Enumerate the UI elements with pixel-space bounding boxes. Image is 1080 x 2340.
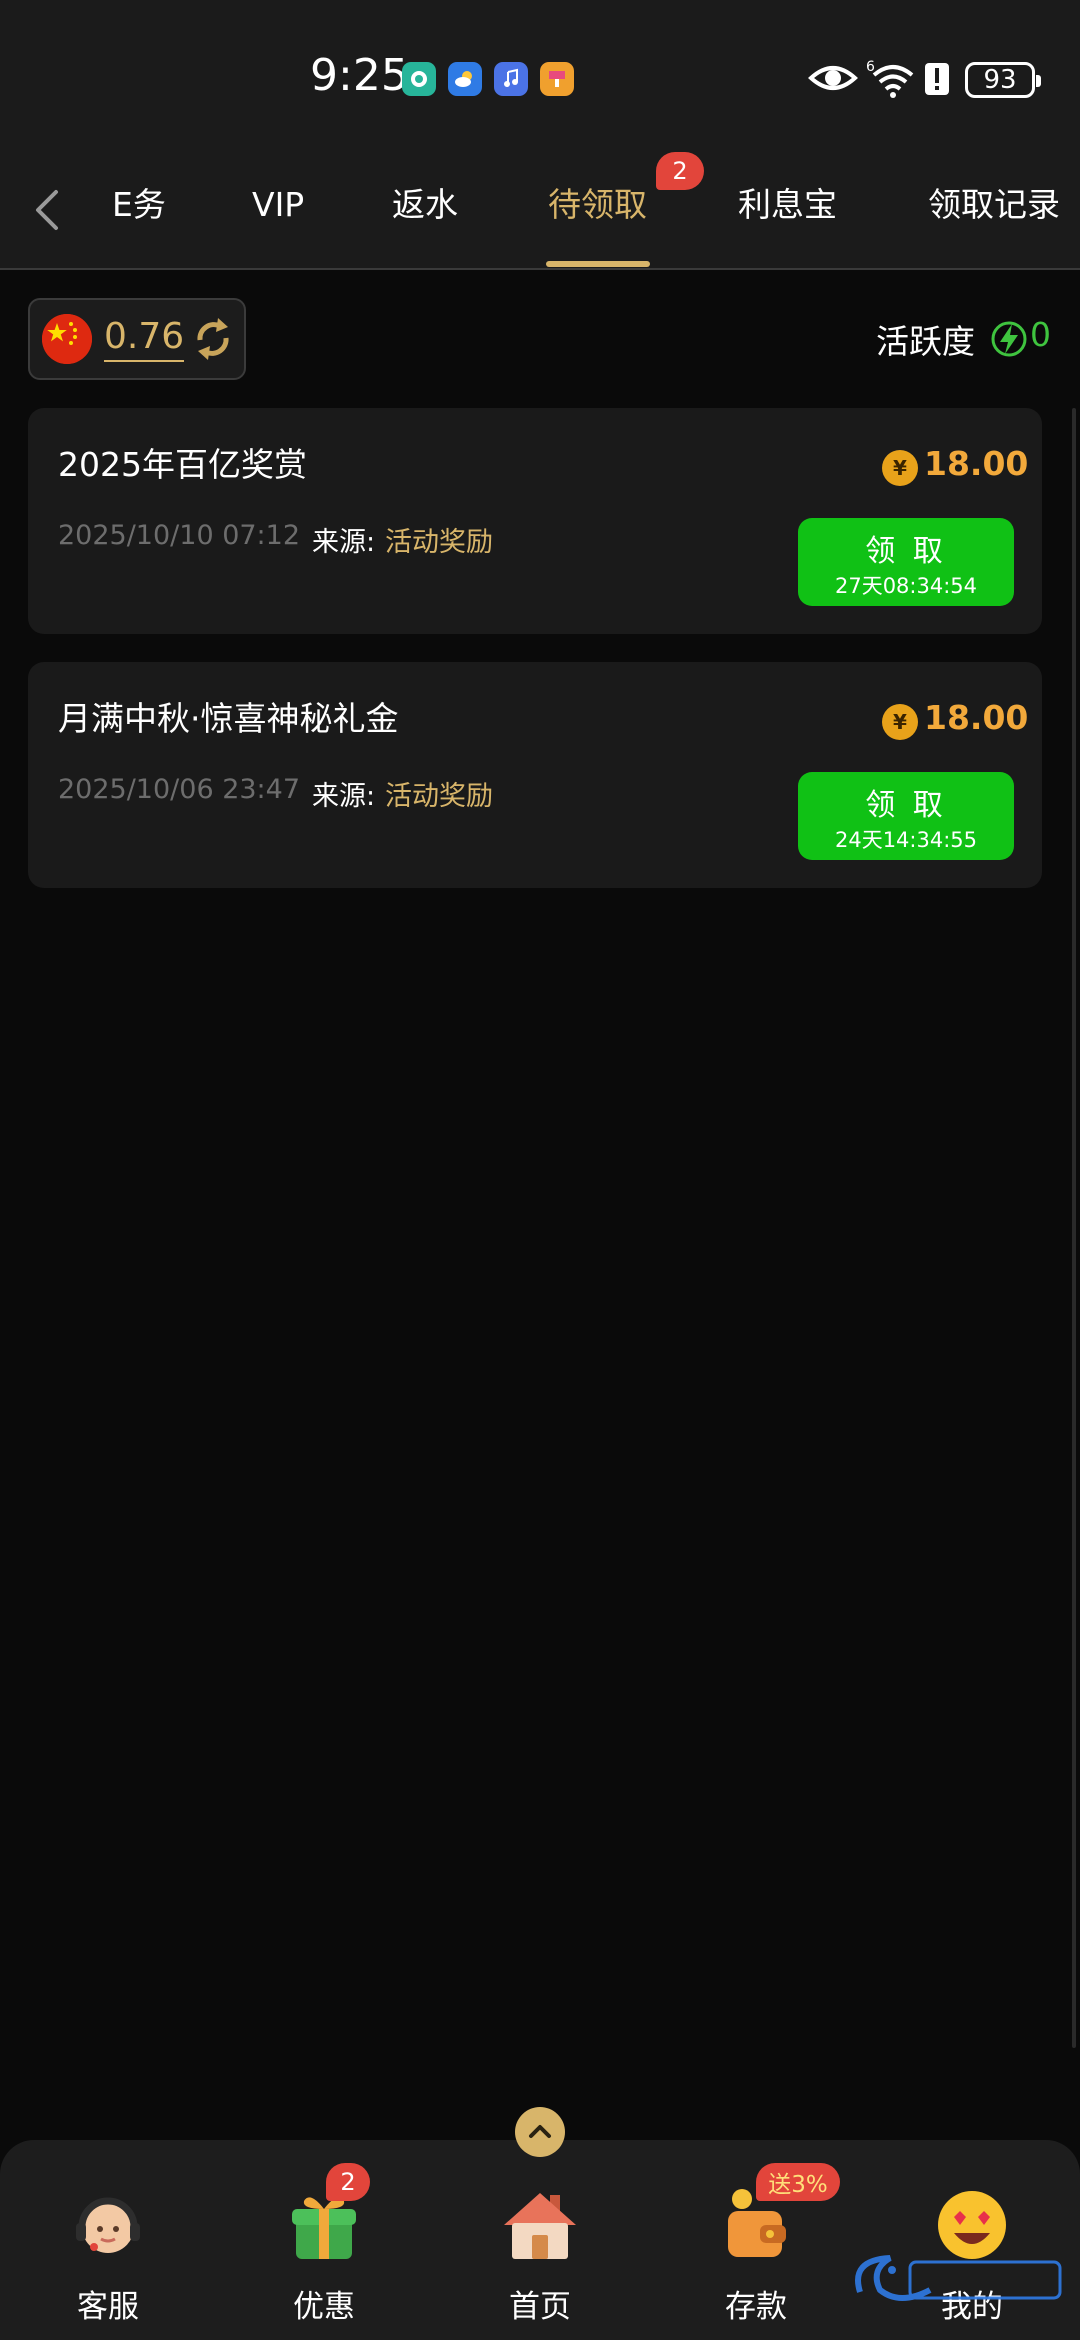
reward-amount: 18.00 bbox=[924, 698, 1029, 737]
refresh-icon[interactable] bbox=[190, 314, 236, 364]
scroll-to-top-button[interactable] bbox=[515, 2107, 565, 2157]
tab-rebate[interactable]: 返水 bbox=[392, 180, 458, 230]
paint-app-icon bbox=[540, 62, 574, 96]
reward-date: 2025/10/10 07:12 bbox=[58, 520, 301, 551]
status-time: 9:25 bbox=[310, 50, 409, 101]
nav-label: 首页 bbox=[509, 2289, 571, 2325]
reward-date: 2025/10/06 23:47 bbox=[58, 774, 301, 805]
reward-card: 2025年百亿奖赏 ¥ 18.00 2025/10/10 07:12 来源: 活… bbox=[28, 408, 1042, 634]
active-tab-indicator bbox=[546, 261, 650, 267]
back-button[interactable] bbox=[26, 182, 70, 238]
reward-amount: 18.00 bbox=[924, 444, 1029, 483]
coin-icon: ¥ bbox=[882, 704, 918, 740]
nav-item-deposit[interactable]: 存款 bbox=[691, 2185, 821, 2330]
nav-label: 优惠 bbox=[293, 2289, 355, 2325]
balance-value: 0.76 bbox=[104, 314, 185, 362]
nav-label: 存款 bbox=[725, 2289, 787, 2325]
signal-label: 6 bbox=[866, 59, 875, 75]
app-notification-icon bbox=[402, 62, 436, 96]
promotions-count-badge: 2 bbox=[326, 2163, 370, 2201]
nav-item-home[interactable]: 首页 bbox=[475, 2185, 605, 2330]
scrollbar[interactable] bbox=[1072, 408, 1076, 2048]
watermark-logo bbox=[855, 2255, 1062, 2301]
reward-title: 月满中秋·惊喜神秘礼金 bbox=[58, 699, 399, 738]
claim-button[interactable]: 领 取 27天08:34:54 bbox=[798, 518, 1014, 606]
eye-icon bbox=[808, 66, 858, 90]
lightning-icon bbox=[991, 321, 1027, 357]
china-flag-icon bbox=[42, 314, 92, 364]
reward-source-label: 来源: bbox=[312, 527, 376, 558]
balance-box[interactable]: 0.76 bbox=[28, 298, 246, 380]
tab-interest[interactable]: 利息宝 bbox=[738, 180, 837, 230]
claim-countdown: 27天08:34:54 bbox=[834, 574, 978, 598]
tab-pending[interactable]: 待领取 bbox=[548, 180, 647, 230]
nav-label: 客服 bbox=[77, 2289, 139, 2325]
claim-button[interactable]: 领 取 24天14:34:55 bbox=[798, 772, 1014, 860]
customer-service-icon bbox=[76, 2197, 140, 2253]
battery-indicator: 93 bbox=[965, 62, 1041, 98]
status-bar: 9:25 6 93 bbox=[0, 0, 1080, 150]
reward-source-value: 活动奖励 bbox=[385, 781, 493, 812]
chevron-up-icon bbox=[529, 2125, 551, 2138]
claim-label: 领 取 bbox=[865, 534, 947, 569]
reward-source-value: 活动奖励 bbox=[385, 527, 493, 558]
reward-title: 2025年百亿奖赏 bbox=[58, 445, 307, 484]
reward-source-label: 来源: bbox=[312, 781, 376, 812]
tab-claim-history[interactable]: 领取记录 bbox=[928, 180, 1060, 230]
pending-count-badge: 2 bbox=[656, 152, 704, 190]
wifi-icon: 6 bbox=[866, 59, 914, 98]
deposit-bonus-badge: 送3% bbox=[756, 2163, 840, 2201]
reward-card: 月满中秋·惊喜神秘礼金 ¥ 18.00 2025/10/06 23:47 来源:… bbox=[28, 662, 1042, 888]
activity-value: 0 bbox=[1030, 315, 1051, 354]
battery-level: 93 bbox=[983, 65, 1017, 95]
claim-countdown: 24天14:34:55 bbox=[834, 828, 978, 852]
tab-vip[interactable]: VIP bbox=[252, 180, 304, 230]
home-icon bbox=[504, 2193, 576, 2259]
nav-item-promotions[interactable]: 优惠 bbox=[259, 2185, 389, 2330]
activity-label: 活跃度 bbox=[876, 322, 975, 361]
music-app-icon bbox=[494, 62, 528, 96]
tab-nav: E务 VIP 返水 待领取 利息宝 领取记录 bbox=[0, 150, 1080, 270]
weather-app-icon bbox=[448, 62, 482, 96]
tab-tasks[interactable]: E务 bbox=[112, 180, 166, 230]
alert-icon bbox=[925, 63, 949, 95]
nav-item-support[interactable]: 客服 bbox=[43, 2185, 173, 2330]
coin-icon: ¥ bbox=[882, 450, 918, 486]
claim-label: 领 取 bbox=[865, 788, 947, 823]
